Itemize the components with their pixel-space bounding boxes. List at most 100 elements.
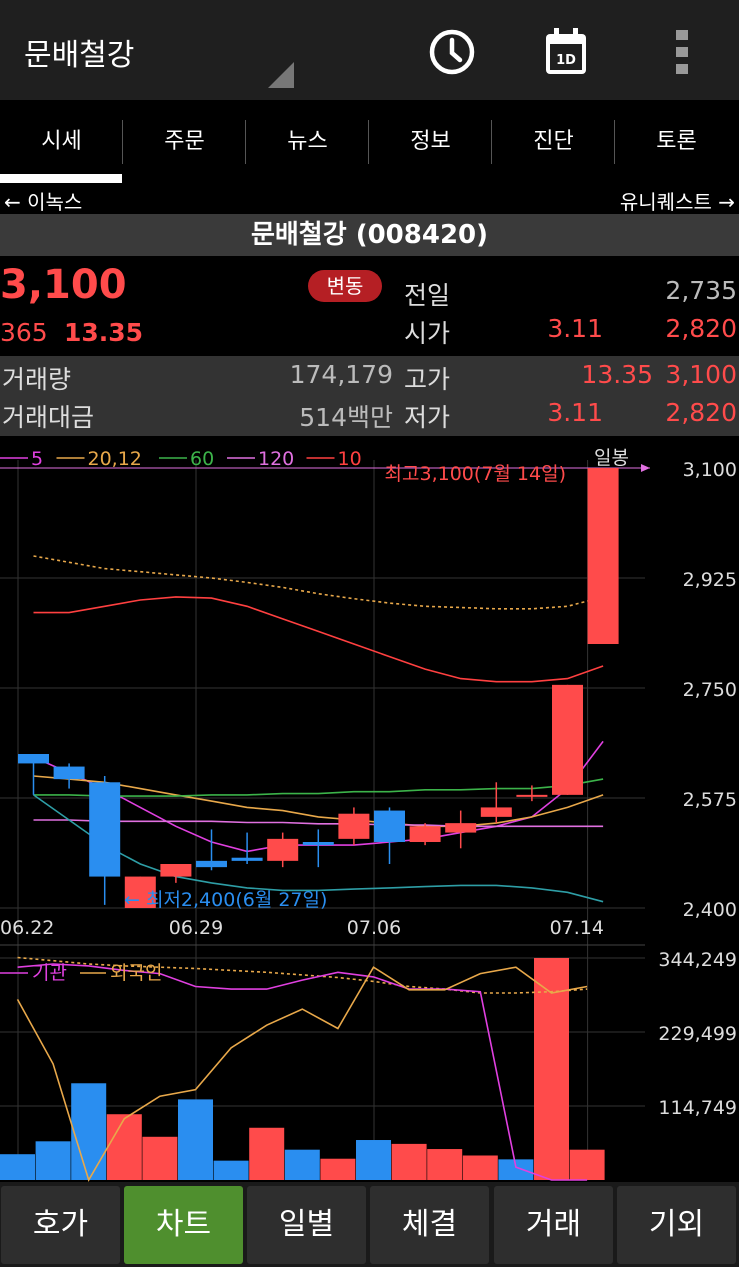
volume-bar <box>462 1155 498 1180</box>
y-axis-tick-label: 2,925 <box>683 569 737 591</box>
volume-bar <box>0 1154 35 1180</box>
moving-average-line-10 <box>33 596 604 683</box>
tab-diagnosis[interactable]: 진단 <box>492 100 615 184</box>
legend-label-120: 120 <box>258 448 294 470</box>
candle <box>196 860 227 868</box>
candle <box>160 864 192 877</box>
svg-text:1D: 1D <box>556 53 576 68</box>
x-axis-tick-label: 07.06 <box>347 917 401 939</box>
open-label: 시가 <box>404 319 451 348</box>
trading-amount-value: 514백만 <box>299 403 393 432</box>
volume-bar <box>249 1127 285 1180</box>
price-chart[interactable]: 3,100 2,925 2,750 2,575 2,400 06.22 06.29 07.06… <box>0 440 739 1182</box>
legend-label-10: 10 <box>338 448 362 470</box>
dropdown-arrow-icon[interactable] <box>268 62 294 88</box>
volume-bar <box>71 1083 107 1180</box>
bottom-tab-chart[interactable]: 차트 <box>124 1186 243 1264</box>
volume-bar <box>427 1149 463 1180</box>
candle <box>267 838 299 861</box>
candle <box>302 842 334 846</box>
open-percent: 3.11 <box>547 314 603 343</box>
candle <box>516 794 548 797</box>
x-axis-tick-label: 07.14 <box>550 917 604 939</box>
volume-y-tick-label: 114,749 <box>658 1097 737 1119</box>
candle <box>18 754 49 764</box>
bottom-tab-institution-foreign[interactable]: 기외 <box>617 1186 736 1264</box>
active-tab-indicator <box>0 174 122 183</box>
x-axis-tick-label: 06.22 <box>0 917 54 939</box>
y-axis-tick-label: 3,100 <box>683 459 737 481</box>
volume-bar <box>213 1160 249 1180</box>
high-value: 3,100 <box>665 360 737 389</box>
volume-y-tick-label: 229,499 <box>658 1023 737 1045</box>
low-label: 저가 <box>404 403 451 432</box>
bottom-tab-trades[interactable]: 체결 <box>370 1186 489 1264</box>
bottom-tab-orderbook[interactable]: 호가 <box>1 1186 120 1264</box>
volume-bar <box>106 1114 142 1180</box>
clock-icon[interactable] <box>424 24 480 80</box>
price-change-percent: 13.35 <box>64 318 144 347</box>
volume-bar <box>178 1099 213 1180</box>
legend-label-60: 60 <box>190 448 214 470</box>
stock-name-bar: 문배철강 (008420) <box>0 214 739 256</box>
calendar-1d-icon[interactable]: 1D <box>538 24 594 80</box>
open-value: 2,820 <box>665 314 737 343</box>
high-price-marker-icon <box>641 464 650 472</box>
volume-average-line <box>17 956 588 994</box>
volume-label: 거래량 <box>2 365 72 394</box>
legend-label-foreign: 외국인 <box>110 962 162 984</box>
y-axis-tick-label: 2,400 <box>683 899 737 921</box>
volume-y-tick-label: 344,249 <box>658 949 737 971</box>
volume-bar <box>356 1140 391 1180</box>
high-price-annotation: 최고3,100(7월 14일) <box>385 463 566 485</box>
tab-order[interactable]: 주문 <box>123 100 246 184</box>
trading-amount-label: 거래대금 <box>2 403 95 432</box>
more-vertical-icon[interactable] <box>672 28 692 76</box>
candle <box>338 813 370 839</box>
bottom-tab-daily[interactable]: 일별 <box>247 1186 366 1264</box>
candle <box>445 823 477 833</box>
candle <box>409 826 441 842</box>
tab-bar: 시세 주문 뉴스 정보 진단 토론 <box>0 100 739 184</box>
volatility-badge[interactable]: 변동 <box>308 270 382 302</box>
bottom-tab-trading[interactable]: 거래 <box>494 1186 613 1264</box>
tab-discussion[interactable]: 토론 <box>615 100 738 184</box>
y-axis-tick-label: 2,750 <box>683 679 737 701</box>
x-axis-tick-label: 06.29 <box>169 917 223 939</box>
tab-info[interactable]: 정보 <box>369 100 492 184</box>
candle <box>480 807 512 817</box>
chart-period-label: 일봉 <box>594 447 629 469</box>
volume-bar <box>35 1141 71 1180</box>
next-stock-link[interactable]: 유니퀘스트 → <box>620 186 735 215</box>
bottom-nav: 호가 차트 일별 체결 거래 기외 <box>0 1182 739 1267</box>
prev-close-label: 전일 <box>404 281 451 310</box>
candle <box>231 857 263 861</box>
volume-bar <box>569 1149 605 1180</box>
legend-label-5: 5 <box>31 448 43 470</box>
price-change: 365 <box>0 318 48 347</box>
legend-label-institution: 기관 <box>32 962 67 984</box>
low-percent: 3.11 <box>547 398 603 427</box>
low-price-annotation: ← 최저2,400(6월 27일) <box>124 889 327 911</box>
moving-average-line-band-upper <box>33 555 604 610</box>
volume-value: 174,179 <box>289 360 393 389</box>
candle <box>552 684 583 795</box>
high-label: 고가 <box>404 365 451 394</box>
candle <box>89 782 121 877</box>
current-price: 3,100 <box>0 262 127 308</box>
low-value: 2,820 <box>665 398 737 427</box>
stock-title[interactable]: 문배철강 <box>24 30 134 74</box>
legend-label-20,12: 20,12 <box>88 448 142 470</box>
volume-bar <box>498 1159 534 1180</box>
candle <box>374 810 405 842</box>
candle <box>587 468 619 644</box>
candle <box>53 766 85 780</box>
high-percent: 13.35 <box>581 360 653 389</box>
y-axis-tick-label: 2,575 <box>683 789 737 811</box>
tab-market[interactable]: 시세 <box>0 100 123 184</box>
tab-news[interactable]: 뉴스 <box>246 100 369 184</box>
prev-stock-link[interactable]: ← 이녹스 <box>4 186 82 215</box>
prev-close-value: 2,735 <box>665 276 737 305</box>
volume-bar <box>320 1158 356 1180</box>
volume-bar <box>391 1143 427 1180</box>
